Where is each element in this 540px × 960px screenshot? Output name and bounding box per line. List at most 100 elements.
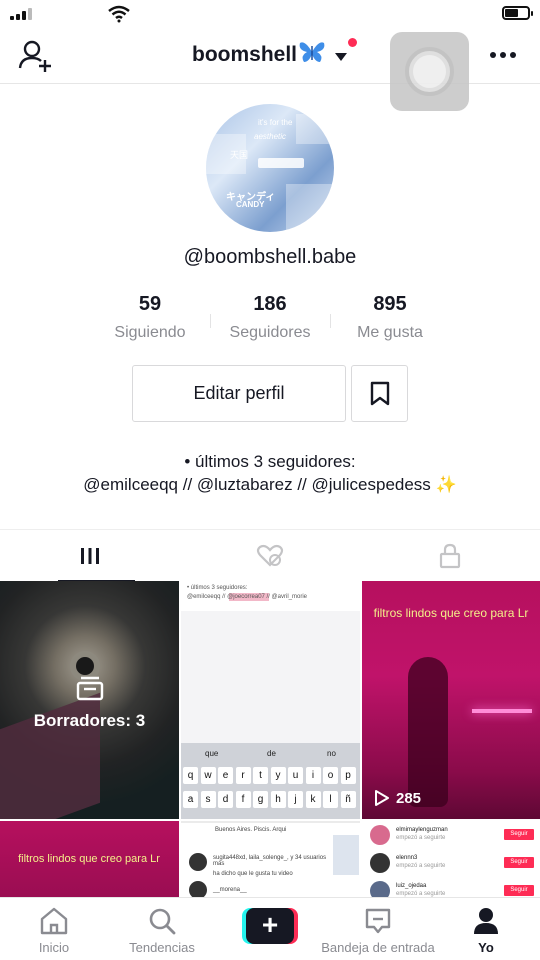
tab-private[interactable] bbox=[360, 530, 540, 582]
key: d bbox=[218, 791, 233, 808]
video-silhouette bbox=[408, 657, 448, 807]
tile-text: no bbox=[327, 749, 336, 758]
home-icon bbox=[38, 906, 70, 941]
drafts-box-icon bbox=[75, 673, 105, 708]
plus-icon: + bbox=[246, 908, 294, 944]
bio-mentions[interactable]: @emilceeqq // @luztabarez // @julicesped… bbox=[83, 475, 431, 494]
grid-bars-icon bbox=[81, 548, 99, 564]
avatar-player-bar bbox=[258, 158, 304, 168]
drafts-tile[interactable]: Borradores: 3 bbox=[0, 581, 179, 819]
username: boomshell bbox=[192, 42, 298, 66]
tile-text: empezó a seguirte bbox=[396, 835, 446, 841]
key: l bbox=[323, 791, 338, 808]
avatar bbox=[370, 853, 390, 873]
drafts-label: Borradores: 3 bbox=[33, 711, 146, 730]
tile-text: que bbox=[205, 749, 219, 758]
stat-value: 186 bbox=[253, 293, 287, 315]
key: g bbox=[253, 791, 268, 808]
sparkles-icon: ✨ bbox=[435, 475, 457, 494]
avatar[interactable]: it's for the aesthetic 天国 キャンディ CANDY bbox=[206, 104, 334, 232]
video-tile[interactable]: elmimaylenguzman empezó a seguirte Segui… bbox=[362, 821, 540, 897]
tile-text: Buenos Aires. Piscis. Arqui bbox=[215, 827, 287, 833]
tile-text: @emilceeqq // @joecorrea07 // @avril_mor… bbox=[187, 594, 307, 600]
add-friends-button[interactable] bbox=[18, 38, 54, 74]
avatar-text: 天国 bbox=[230, 150, 249, 160]
key: w bbox=[200, 767, 216, 784]
tile-thumbnail bbox=[333, 835, 359, 875]
key: r bbox=[235, 767, 251, 784]
video-tile[interactable]: filtros lindos que creo para Lr bbox=[0, 821, 179, 897]
profile-bio: • últimos 3 seguidores: @emilceeqq // @l… bbox=[0, 450, 540, 496]
key: y bbox=[270, 767, 286, 784]
stat-label: Siguiendo bbox=[114, 324, 186, 341]
avatar bbox=[189, 881, 207, 897]
dot-icon bbox=[490, 52, 496, 58]
key: i bbox=[305, 767, 321, 784]
key: e bbox=[218, 767, 233, 784]
profile-stats: 59 Siguiendo 186 Seguidores 895 Me gusta bbox=[90, 290, 450, 350]
tile-text: sugita448xd, laila_solenge_, y 34 usuari… bbox=[213, 855, 327, 867]
wifi-icon bbox=[108, 5, 130, 28]
tile-text: ha dicho que le gusta tu video bbox=[213, 871, 293, 877]
stat-label: Seguidores bbox=[229, 324, 311, 341]
tile-text: • últimos 3 seguidores: bbox=[187, 585, 248, 591]
key: s bbox=[200, 791, 216, 808]
video-tile[interactable]: Buenos Aires. Piscis. Arqui sugita448xd,… bbox=[181, 821, 360, 897]
nav-home[interactable]: Inicio bbox=[20, 898, 88, 960]
tile-text: empezó a seguirte bbox=[396, 863, 446, 869]
account-switcher[interactable]: boomshell bbox=[192, 40, 348, 69]
nav-discover[interactable]: Tendencias bbox=[120, 898, 204, 960]
butterfly-icon bbox=[299, 40, 325, 69]
avatar-tile bbox=[296, 114, 334, 144]
key: o bbox=[323, 767, 338, 784]
video-tile[interactable]: filtros lindos que creo para Lr 285 bbox=[362, 581, 540, 819]
search-icon bbox=[147, 906, 177, 941]
key: ñ bbox=[340, 791, 356, 808]
key: j bbox=[288, 791, 303, 808]
nav-inbox[interactable]: Bandeja de entrada bbox=[318, 898, 438, 960]
nav-label: Bandeja de entrada bbox=[321, 940, 435, 955]
chevron-down-icon bbox=[335, 52, 348, 61]
video-tile[interactable]: • últimos 3 seguidores: @emilceeqq // @j… bbox=[181, 581, 360, 819]
nav-label: Yo bbox=[478, 940, 494, 955]
more-options-button[interactable] bbox=[490, 52, 516, 58]
follow-button: Seguir bbox=[504, 885, 534, 896]
dot-icon bbox=[500, 52, 506, 58]
nav-label: Inicio bbox=[38, 940, 70, 955]
profile-header: boomshell bbox=[0, 30, 540, 111]
bio-line: • últimos 3 seguidores: bbox=[184, 452, 356, 471]
bottom-nav: Inicio Tendencias + Bandeja de entrada Y… bbox=[0, 897, 540, 960]
tab-liked[interactable] bbox=[180, 530, 360, 582]
play-icon bbox=[375, 790, 389, 806]
stat-followers[interactable]: 186 Seguidores bbox=[210, 290, 330, 350]
nav-profile[interactable]: Yo bbox=[466, 898, 506, 960]
battery-icon bbox=[502, 6, 533, 20]
nav-label: Tendencias bbox=[129, 940, 195, 955]
avatar bbox=[370, 881, 390, 897]
tile-text: elennn3 bbox=[396, 855, 418, 861]
signal-icon bbox=[10, 8, 32, 20]
tile-text: luiz_ojedaa bbox=[396, 883, 427, 889]
inbox-icon bbox=[363, 906, 393, 941]
view-count: 285 bbox=[374, 789, 421, 807]
assistive-touch-button[interactable] bbox=[390, 32, 469, 111]
stat-following[interactable]: 59 Siguiendo bbox=[90, 290, 210, 350]
create-video-button[interactable]: + bbox=[242, 908, 298, 944]
profile-tabs bbox=[0, 529, 540, 582]
stat-likes[interactable]: 895 Me gusta bbox=[330, 290, 450, 350]
tile-text: elmimaylenguzman bbox=[396, 827, 448, 833]
bookmark-icon bbox=[370, 381, 389, 405]
avatar-text: aesthetic bbox=[254, 132, 287, 141]
stat-label: Me gusta bbox=[357, 324, 423, 341]
favorites-button[interactable] bbox=[351, 365, 408, 422]
edit-profile-button[interactable]: Editar perfil bbox=[132, 365, 346, 422]
assistive-touch-core bbox=[413, 55, 446, 88]
video-grid: Borradores: 3 • últimos 3 seguidores: @e… bbox=[0, 581, 540, 897]
avatar-text: CANDY bbox=[236, 200, 265, 209]
video-caption: filtros lindos que creo para Lr bbox=[373, 606, 529, 620]
stat-value: 59 bbox=[138, 293, 162, 315]
tab-videos[interactable] bbox=[0, 530, 180, 582]
key: k bbox=[305, 791, 321, 808]
stat-divider bbox=[210, 314, 211, 328]
tile-text: de bbox=[267, 749, 276, 758]
